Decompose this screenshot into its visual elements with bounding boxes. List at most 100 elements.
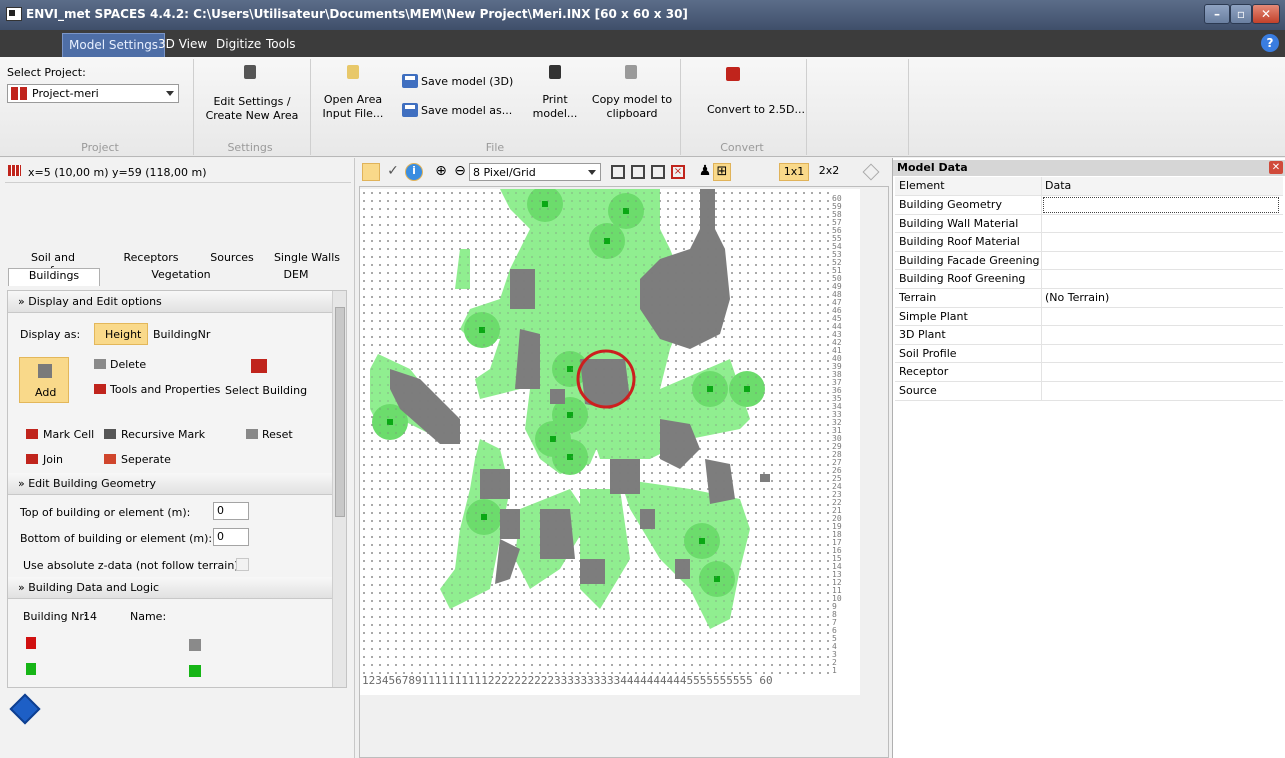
help-icon[interactable]: ? <box>1261 34 1279 52</box>
zoom-level-select[interactable]: 8 Pixel/Grid <box>469 163 601 181</box>
app-icon <box>6 7 22 21</box>
project-select[interactable]: Project-meri <box>7 84 179 103</box>
tab-buildings[interactable]: Buildings <box>8 268 100 286</box>
absolute-z-label: Use absolute z-data (not follow terrain) <box>23 559 239 572</box>
join-button[interactable]: Join <box>43 453 63 466</box>
scale-1x1-button[interactable]: 1x1 <box>779 163 809 181</box>
tab-tools[interactable]: Tools <box>260 33 302 57</box>
section-edit-geometry[interactable]: » Edit Building Geometry <box>8 473 336 495</box>
table-row[interactable]: Building Geometry <box>895 196 1283 215</box>
tab-sources[interactable]: Sources <box>202 251 262 264</box>
tab-single-walls[interactable]: Single Walls <box>272 251 342 264</box>
pin-icon[interactable]: ♟ <box>696 163 714 181</box>
table-row[interactable]: Building Roof Greening <box>895 270 1283 289</box>
tab-model-settings[interactable]: Model Settings <box>62 33 166 57</box>
tools-properties-button[interactable]: Tools and Properties <box>110 383 220 396</box>
window-title: ENVI_met SPACES 4.4.2: C:\Users\Utilisat… <box>26 7 688 21</box>
rectangle-tool-icon[interactable] <box>611 165 625 179</box>
canvas-toolbar: ✓ i ⊕ ⊖ 8 Pixel/Grid × ♟ ⊞ 1x1 2x2 <box>359 160 887 184</box>
row-data[interactable]: (No Terrain) <box>1045 289 1109 307</box>
absolute-z-checkbox[interactable] <box>236 558 249 571</box>
display-buildingnr-button[interactable]: BuildingNr <box>153 328 210 341</box>
eraser-icon[interactable] <box>862 163 880 181</box>
open-area-button[interactable]: Open Area Input File... <box>318 93 388 121</box>
tab-dem[interactable]: DEM <box>276 268 316 281</box>
group-convert-label: Convert <box>720 141 764 154</box>
display-height-button[interactable]: Height <box>94 323 148 345</box>
scrollbar-thumb[interactable] <box>335 307 345 517</box>
name-label: Name: <box>130 610 167 623</box>
bottom-of-building-input[interactable]: 0 <box>213 528 249 546</box>
table-row[interactable]: Building Wall Material <box>895 214 1283 234</box>
eyedropper-icon[interactable]: ✓ <box>384 163 402 181</box>
edit-settings-button[interactable]: Edit Settings / Create New Area <box>200 95 304 123</box>
model-data-close-icon[interactable]: ✕ <box>1269 161 1283 174</box>
table-row[interactable]: Building Facade Greening <box>895 251 1283 271</box>
draw-tool-icon[interactable] <box>362 163 380 181</box>
roof-greening-icon[interactable] <box>189 665 201 677</box>
row-data[interactable] <box>1043 197 1279 213</box>
close-button[interactable]: ✕ <box>1252 4 1280 24</box>
recursive-mark-button[interactable]: Recursive Mark <box>121 428 205 441</box>
facade-greening-icon[interactable] <box>26 663 36 675</box>
row-element: Building Wall Material <box>899 216 1019 230</box>
zoom-level-value: 8 Pixel/Grid <box>473 166 536 179</box>
roof-material-icon[interactable] <box>189 639 201 651</box>
display-as-label: Display as: <box>20 328 81 341</box>
zoom-out-icon[interactable]: ⊖ <box>451 163 469 181</box>
print-model-button[interactable]: Print model... <box>525 93 585 121</box>
convert-button[interactable]: Convert to 2.5D... <box>707 103 805 116</box>
scale-2x2-button[interactable]: 2x2 <box>814 163 844 181</box>
select-project-label: Select Project: <box>7 66 86 79</box>
tab-vegetation[interactable]: Vegetation <box>146 268 216 281</box>
maximize-button[interactable]: ▫ <box>1230 4 1252 24</box>
wall-material-icon[interactable] <box>26 637 36 649</box>
delete-button[interactable]: Delete <box>110 358 146 371</box>
table-row[interactable]: Receptor <box>895 363 1283 382</box>
add-button[interactable]: Add <box>19 357 69 403</box>
bottom-of-building-label: Bottom of building or element (m): <box>20 532 213 545</box>
table-row[interactable]: Terrain (No Terrain) <box>895 289 1283 308</box>
table-row[interactable]: Soil Profile <box>895 344 1283 364</box>
options-scrollbar[interactable] <box>332 291 346 687</box>
tab-receptors[interactable]: Receptors <box>116 251 186 264</box>
table-row[interactable]: Source <box>895 382 1283 401</box>
rectangle-tool-3-icon[interactable] <box>651 165 665 179</box>
open-folder-icon <box>347 65 359 79</box>
row-element: Soil Profile <box>899 346 957 360</box>
edit-settings-label-2: Create New Area <box>205 109 299 122</box>
clear-selection-icon[interactable]: × <box>671 165 685 179</box>
minimize-button[interactable]: – <box>1204 4 1230 24</box>
select-building-button[interactable]: Select Building <box>225 384 307 397</box>
top-of-building-input[interactable]: 0 <box>213 502 249 520</box>
mark-cell-button[interactable]: Mark Cell <box>43 428 94 441</box>
save-model-3d-button[interactable]: Save model (3D) <box>421 75 513 88</box>
section-display-edit[interactable]: » Display and Edit options <box>8 291 336 313</box>
open-area-label-2: Input File... <box>322 107 384 120</box>
row-element: Building Roof Material <box>899 235 1020 249</box>
model-data-title: Model Data <box>893 160 1285 176</box>
model-grid-map[interactable]: 60 59 58 57 56 55 54 53 52 51 50 49 48 47 46 45 44 43 42 41… <box>360 189 860 695</box>
rectangle-tool-2-icon[interactable] <box>631 165 645 179</box>
tab-3d-view[interactable]: 3D View <box>152 33 213 57</box>
table-row[interactable]: Building Roof Material <box>895 233 1283 252</box>
model-grid-svg[interactable]: 6059585756555453525150494847464544434241… <box>360 189 860 695</box>
row-element: Simple Plant <box>899 309 968 323</box>
table-row[interactable]: 3D Plant <box>895 326 1283 345</box>
row-element: Receptor <box>899 365 949 379</box>
y-axis-labels: 6059585756555453525150494847464544434241… <box>832 194 842 675</box>
seperate-button[interactable]: Seperate <box>121 453 171 466</box>
row-element: Terrain <box>899 291 937 304</box>
save-model-as-button[interactable]: Save model as... <box>421 104 512 117</box>
zoom-in-icon[interactable]: ⊕ <box>432 163 450 181</box>
info-icon[interactable]: i <box>405 163 423 181</box>
row-element: 3D Plant <box>899 328 946 342</box>
grid-toggle-icon[interactable]: ⊞ <box>713 163 731 181</box>
select-building-icon <box>251 359 267 373</box>
reset-button[interactable]: Reset <box>262 428 293 441</box>
section-building-data[interactable]: » Building Data and Logic <box>8 577 336 599</box>
info-diamond-icon[interactable] <box>9 693 41 725</box>
copy-clipboard-button[interactable]: Copy model to clipboard <box>590 93 674 121</box>
tab-digitize[interactable]: Digitize <box>210 33 267 57</box>
table-row[interactable]: Simple Plant <box>895 307 1283 327</box>
